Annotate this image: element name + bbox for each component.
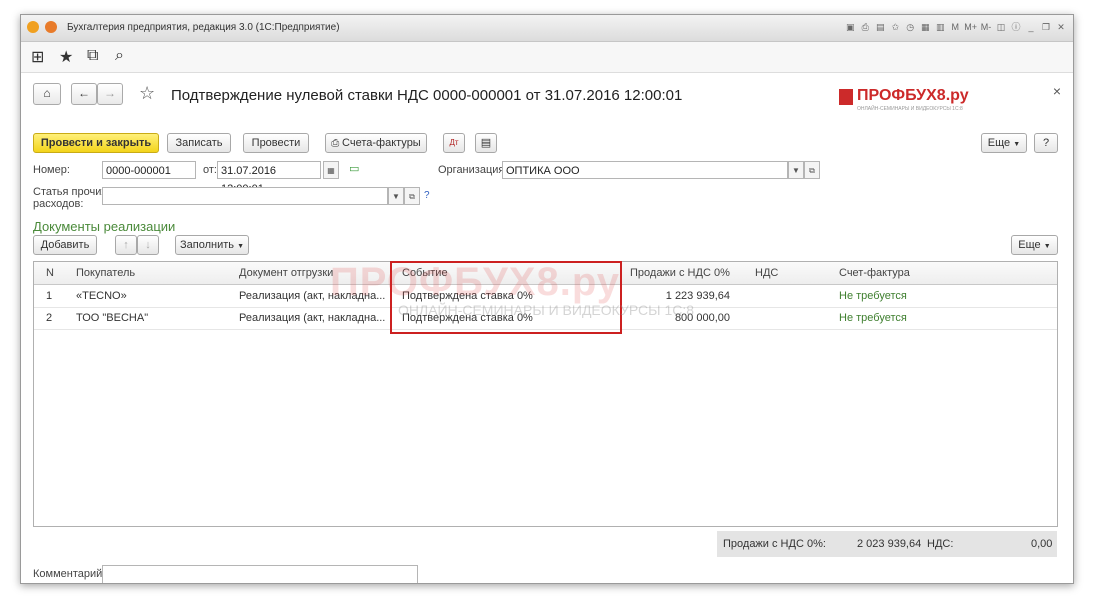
more-label: Еще bbox=[987, 137, 1011, 149]
back-button[interactable]: ← bbox=[71, 83, 97, 105]
status-icon[interactable]: ▭ bbox=[349, 162, 359, 175]
page-title: Подтверждение нулевой ставки НДС 0000-00… bbox=[171, 87, 683, 104]
organization-field[interactable]: ОПТИКА ООО bbox=[502, 161, 788, 179]
number-label: Номер: bbox=[33, 164, 70, 176]
expense-label-line1: Статья прочих bbox=[33, 186, 107, 198]
totals-vat-value: 0,00 bbox=[1031, 538, 1053, 550]
cell-n: 1 bbox=[46, 290, 53, 302]
totals-vat-label: НДС: bbox=[927, 538, 954, 550]
menu-icon[interactable] bbox=[45, 21, 57, 33]
favorites-star-icon[interactable]: ★ bbox=[59, 47, 73, 67]
print-icon[interactable]: ⎙ bbox=[859, 20, 871, 34]
date-field[interactable]: 31.07.2016 12:00:01 bbox=[217, 161, 321, 195]
expense-open-icon[interactable]: ⧉ bbox=[404, 187, 420, 205]
home-button[interactable]: ⌂ bbox=[33, 83, 61, 105]
fill-label: Заполнить bbox=[179, 239, 234, 251]
comment-field[interactable] bbox=[102, 565, 418, 583]
calculator-icon[interactable]: ▦ bbox=[919, 20, 931, 34]
cell-invoice: Не требуется bbox=[839, 290, 907, 302]
invoices-button[interactable]: ⎙ Счета-фактуры bbox=[325, 133, 427, 153]
cell-n: 2 bbox=[46, 312, 53, 324]
table-more-button[interactable]: Еще ▼ bbox=[1011, 235, 1058, 255]
organization-label: Организация: bbox=[438, 164, 508, 176]
move-up-button[interactable]: ↑ bbox=[115, 235, 137, 255]
calendar-icon[interactable]: ▥ bbox=[934, 20, 946, 34]
brand-logo-subtitle: ОНЛАЙН-СЕМИНАРЫ И ВИДЕОКУРСЫ 1С:8 bbox=[857, 106, 963, 112]
section-title: Документы реализации bbox=[33, 219, 176, 234]
more-actions-button[interactable]: Еще ▼ bbox=[981, 133, 1027, 153]
expense-dropdown-icon[interactable]: ▼ bbox=[388, 187, 404, 205]
close-form-icon[interactable]: × bbox=[1053, 83, 1061, 99]
invoices-label: Счета-фактуры bbox=[342, 137, 421, 149]
chevron-down-icon: ▼ bbox=[1043, 243, 1051, 250]
chevron-down-icon: ▼ bbox=[1013, 141, 1021, 148]
restore-button[interactable]: ❐ bbox=[1040, 20, 1052, 34]
column-header-vat[interactable]: НДС bbox=[755, 267, 778, 279]
column-header-shipment-doc[interactable]: Документ отгрузки bbox=[239, 267, 333, 279]
memory-minus-button[interactable]: M- bbox=[980, 20, 992, 34]
favorites-icon[interactable]: ✩ bbox=[889, 20, 901, 34]
save-icon[interactable]: ▣ bbox=[844, 20, 856, 34]
cell-shipment-doc: Реализация (акт, накладна... bbox=[239, 312, 386, 324]
organization-open-icon[interactable]: ⧉ bbox=[804, 161, 820, 179]
apps-grid-icon[interactable]: ⊞ bbox=[31, 47, 44, 67]
close-window-button[interactable]: ✕ bbox=[1055, 20, 1067, 34]
minimize-button[interactable]: _ bbox=[1025, 20, 1037, 34]
more-label: Еще bbox=[1018, 239, 1041, 251]
column-header-buyer[interactable]: Покупатель bbox=[76, 267, 135, 279]
move-down-button[interactable]: ↓ bbox=[137, 235, 159, 255]
column-header-n[interactable]: N bbox=[46, 267, 54, 279]
totals-sales-value: 2 023 939,64 bbox=[857, 538, 922, 550]
history-icon[interactable]: ◷ bbox=[904, 20, 916, 34]
bookmark-star-icon[interactable]: ☆ bbox=[139, 83, 155, 104]
watermark: ПРОФБУХ8.ру bbox=[330, 260, 620, 304]
preview-icon[interactable]: ▤ bbox=[874, 20, 886, 34]
search-icon[interactable]: ⌕ bbox=[115, 47, 124, 65]
cell-buyer: «TECNO» bbox=[76, 290, 127, 302]
add-row-button[interactable]: Добавить bbox=[33, 235, 97, 255]
column-header-invoice[interactable]: Счет-фактура bbox=[839, 267, 910, 279]
number-field[interactable]: 0000-000001 bbox=[102, 161, 196, 179]
forward-button[interactable]: → bbox=[97, 83, 123, 105]
memory-button[interactable]: M bbox=[949, 20, 961, 34]
organization-dropdown-icon[interactable]: ▼ bbox=[788, 161, 804, 179]
window-title: Бухгалтерия предприятия, редакция 3.0 (1… bbox=[67, 22, 340, 33]
expense-help-link[interactable]: ? bbox=[424, 190, 430, 201]
help-button[interactable]: ? bbox=[1034, 133, 1058, 153]
logo-mark-icon bbox=[839, 89, 853, 105]
report-button[interactable]: ▤ bbox=[475, 133, 497, 153]
app-logo-icon bbox=[27, 21, 39, 33]
cell-invoice: Не требуется bbox=[839, 312, 907, 324]
memory-plus-button[interactable]: M+ bbox=[964, 20, 977, 34]
expense-field[interactable] bbox=[102, 187, 388, 205]
column-header-sales[interactable]: Продажи с НДС 0% bbox=[630, 267, 730, 279]
chevron-down-icon: ▼ bbox=[237, 243, 244, 250]
dt-kt-button[interactable]: Дт bbox=[443, 133, 465, 153]
date-label: от: bbox=[203, 164, 217, 176]
expense-label-line2: расходов: bbox=[33, 198, 84, 210]
totals-sales-label: Продажи с НДС 0%: bbox=[723, 538, 826, 550]
panel-icon[interactable]: ◫ bbox=[995, 20, 1007, 34]
post-button[interactable]: Провести bbox=[243, 133, 309, 153]
watermark-subtitle: ОНЛАЙН-СЕМИНАРЫ И ВИДЕОКУРСЫ 1С:8 bbox=[398, 302, 695, 318]
info-icon[interactable]: ⓘ bbox=[1010, 20, 1022, 34]
fill-button[interactable]: Заполнить ▼ bbox=[175, 235, 249, 255]
brand-logo: ПРОФБУХ8.ру bbox=[857, 87, 969, 104]
printer-icon: ⎙ bbox=[331, 138, 343, 149]
main-toolbar: ⊞ ★ ⧉ ⌕ bbox=[21, 42, 1073, 73]
title-bar: Бухгалтерия предприятия, редакция 3.0 (1… bbox=[21, 15, 1073, 42]
history-icon[interactable]: ⧉ bbox=[87, 47, 98, 65]
cell-sales: 1 223 939,64 bbox=[665, 290, 730, 302]
post-and-close-button[interactable]: Провести и закрыть bbox=[33, 133, 159, 153]
totals-bar: Продажи с НДС 0%: 2 023 939,64 НДС: 0,00 bbox=[717, 531, 1057, 557]
comment-label: Комментарий: bbox=[33, 568, 106, 580]
cell-buyer: ТОО "ВЕСНА" bbox=[76, 312, 149, 324]
calendar-icon[interactable]: ▦ bbox=[323, 161, 339, 179]
save-button[interactable]: Записать bbox=[167, 133, 231, 153]
